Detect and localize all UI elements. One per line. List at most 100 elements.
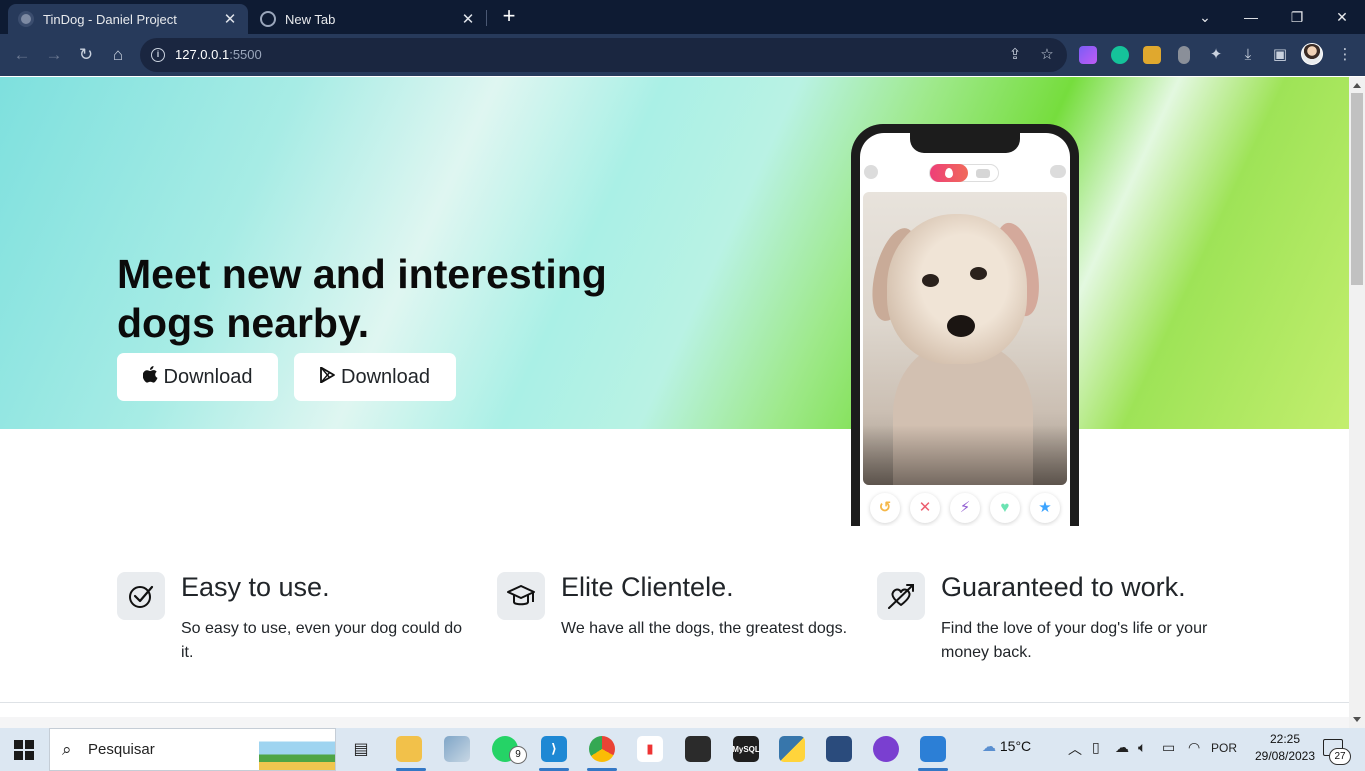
side-panel-icon[interactable]: ▣ [1270,45,1290,65]
next-section [0,717,1349,728]
app-icon[interactable] [444,736,470,762]
photos-icon[interactable] [920,736,946,762]
chevron-up-icon[interactable]: ︿ [1068,739,1082,759]
language-indicator[interactable]: POR [1211,741,1237,755]
reload-icon[interactable]: ↻ [73,42,99,68]
dog-photo [863,192,1067,485]
python-icon[interactable] [779,736,805,762]
rewind-icon: ↺ [870,493,900,523]
download-google-play-label: Download [341,365,430,388]
restore-icon[interactable]: ❐ [1274,0,1320,34]
super-like-icon: ★ [1030,493,1060,523]
wifi-icon[interactable]: ◠ [1188,739,1200,756]
extension-1-icon[interactable] [1079,46,1097,64]
minimize-icon[interactable]: — [1228,0,1274,34]
site-info-icon[interactable]: i [151,48,165,62]
app-icon[interactable]: ▮ [637,736,663,762]
download-google-play-button[interactable]: Download [294,353,456,401]
download-apple-label: Download [163,365,253,388]
share-icon[interactable]: ⇪ [1006,46,1024,64]
social-icon [976,169,990,178]
grammarly-icon[interactable] [1111,46,1129,64]
menu-icon[interactable]: ⋮ [1335,45,1355,65]
tab-close-icon[interactable]: ✕ [460,10,476,28]
battery-icon[interactable]: ▭ [1162,739,1175,756]
clock-time: 22:25 [1269,732,1301,746]
task-view-icon[interactable]: ▤ [348,736,374,762]
back-icon[interactable]: ← [9,42,35,68]
photo-shade [863,425,1067,485]
chevron-down-icon[interactable]: ⌄ [1182,0,1228,34]
dog-eye [922,274,939,287]
url-text[interactable]: 127.0.0.1:5500 [175,47,262,62]
search-icon: ⌕ [62,740,72,759]
terminal-icon[interactable] [685,736,711,762]
google-play-icon [320,366,335,388]
mode-toggle [929,164,999,182]
app-icon[interactable] [826,736,852,762]
plus-icon[interactable]: + [498,5,520,27]
address-bar[interactable]: i 127.0.0.1:5500 ⇪ ☆ [140,38,1067,72]
scroll-down-icon[interactable] [1353,717,1361,722]
search-highlight-art [259,729,335,770]
feature-text: We have all the dogs, the greatest dogs. [561,620,848,637]
chrome-favicon-icon [260,11,276,27]
windows-start-icon[interactable] [14,740,34,760]
system-clock[interactable]: 22:25 29/08/2023 [1245,731,1325,765]
tab-close-icon[interactable]: ✕ [222,10,238,28]
tab-favicon-icon [18,11,34,27]
like-icon: ♥ [990,493,1020,523]
extension-4-icon[interactable] [1178,46,1190,64]
url-host: 127.0.0.1 [175,47,230,62]
graduation-cap-icon [497,572,545,620]
hero-title: Meet new and interesting dogs nearby. [117,251,607,346]
extensions-icon[interactable]: ✦ [1206,45,1226,65]
notification-count: 27 [1329,748,1351,765]
tab-new-tab[interactable]: New Tab ✕ [250,4,486,34]
cloud-icon: ☁ [982,738,1000,754]
page-scrollbar[interactable] [1349,77,1365,728]
home-icon[interactable]: ⌂ [105,42,131,68]
feature-text: Find the love of your dog's life or your… [941,620,1208,661]
chrome-icon[interactable] [589,736,615,762]
cloud-off-icon[interactable]: ☁ [1115,739,1129,756]
browser-tab-bar: TinDog - Daniel Project ✕ New Tab ✕ + ⌄ … [0,0,1365,34]
url-port: :5500 [229,47,262,62]
download-apple-button[interactable]: Download [117,353,278,401]
phone-mockup: ↺ ✕ ⚡ ♥ ★ [851,124,1079,526]
forward-icon[interactable]: → [41,42,67,68]
windows-taskbar: ⌕ Pesquisar ▤ ⟩ ▮ MySQL [0,728,1365,771]
tab-label: TinDog - Daniel Project [43,11,177,27]
profile-avatar[interactable] [1301,43,1323,65]
taskbar-search[interactable]: ⌕ Pesquisar [49,728,336,771]
clock-date: 29/08/2023 [1254,749,1316,763]
flame-icon [930,164,968,182]
tab-label: New Tab [285,11,336,27]
dog-head [887,214,1027,364]
file-explorer-icon[interactable] [396,736,422,762]
close-icon[interactable]: ✕ [1319,0,1365,34]
volume-icon[interactable]: 🔈︎ [1138,739,1146,756]
scroll-up-icon[interactable] [1353,83,1361,88]
app-header [860,163,1070,187]
search-placeholder: Pesquisar [88,741,155,758]
star-icon[interactable]: ☆ [1038,46,1056,64]
app-icon[interactable]: MySQL [732,736,760,762]
tab-tindog[interactable]: TinDog - Daniel Project ✕ [8,4,248,34]
chat-icon [1050,165,1066,178]
section-divider [0,702,1349,703]
page-viewport: Meet new and interesting dogs nearby. Do… [0,77,1349,728]
dog-nose [947,315,975,337]
user-icon [864,165,878,179]
weather-widget[interactable]: ☁ 15°C [982,738,1031,755]
dog-eye [970,267,987,280]
extension-3-icon[interactable] [1143,46,1161,64]
vscode-icon[interactable]: ⟩ [541,736,567,762]
scroll-thumb[interactable] [1351,93,1363,285]
github-desktop-icon[interactable] [873,736,899,762]
apple-icon [142,366,158,388]
feature-title: Guaranteed to work. [941,572,1186,602]
download-icon[interactable]: ⤓ [1238,45,1258,65]
feature-title: Easy to use. [181,572,330,602]
device-icon[interactable]: ▯ [1092,739,1100,756]
